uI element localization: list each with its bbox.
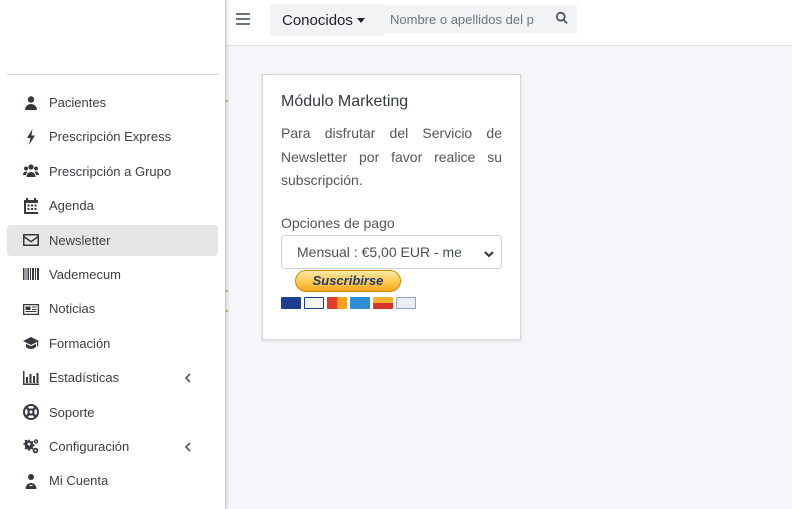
sidebar-item-label: Estadísticas (49, 370, 120, 386)
payment-options-label: Opciones de pago (281, 214, 395, 231)
graduation-cap-icon (22, 334, 40, 352)
sidebar-item-configuracion[interactable]: Configuración (7, 431, 218, 462)
envelope-icon (22, 231, 40, 249)
bank-account-logo-icon (396, 296, 416, 309)
sidebar-item-label: Agenda (49, 198, 94, 214)
sidebar-item-label: Newsletter (49, 232, 111, 248)
users-icon (22, 162, 40, 180)
sidebar-item-estadisticas[interactable]: Estadísticas (7, 362, 218, 393)
search-icon[interactable] (555, 11, 571, 27)
cogs-icon (22, 437, 40, 455)
sidebar-item-mi-cuenta[interactable]: Mi Cuenta (7, 465, 218, 496)
payment-selected-value: Mensual : €5,00 EUR - me (297, 243, 462, 260)
sidebar-item-label: Formación (49, 335, 111, 351)
discover-logo-icon (373, 296, 393, 309)
marketing-card: Módulo Marketing Para disfrutar del Serv… (262, 74, 521, 340)
newspaper-icon (22, 300, 40, 318)
caret-down-icon (356, 17, 365, 23)
search-input[interactable] (384, 5, 546, 33)
sidebar-item-noticias[interactable]: Noticias (7, 293, 218, 324)
bar-chart-icon (22, 369, 40, 387)
chevron-down-icon (483, 247, 495, 259)
hamburger-menu-icon[interactable] (236, 13, 250, 27)
mastercard-logo-icon (327, 296, 347, 309)
sidebar-item-prescripcion-grupo[interactable]: Prescripción a Grupo (7, 156, 218, 187)
visa-logo-icon (304, 296, 324, 309)
sidebar-item-newsletter[interactable]: Newsletter (7, 224, 218, 256)
sidebar-item-formacion[interactable]: Formación (7, 328, 218, 359)
card-description: Para disfrutar del Servicio de Newslette… (281, 125, 502, 188)
chevron-left-icon (182, 440, 194, 452)
user-doctor-icon (22, 472, 40, 490)
search-box (384, 5, 577, 33)
sidebar-item-prescripcion-express[interactable]: Prescripción Express (7, 121, 218, 152)
sidebar-item-agenda[interactable]: Agenda (7, 190, 218, 221)
subscribe-button[interactable]: Suscribirse (295, 269, 401, 292)
card-title: Módulo Marketing (281, 93, 409, 110)
sidebar-item-label: Soporte (49, 404, 95, 420)
sidebar-item-pacientes[interactable]: Pacientes (7, 87, 218, 118)
sidebar-nav: Pacientes Prescripción Express Prescripc… (7, 87, 218, 500)
sidebar-item-label: Vademecum (49, 266, 122, 282)
maestro-logo-icon (281, 296, 301, 309)
sidebar-item-label: Prescripción a Grupo (49, 163, 172, 179)
life-ring-icon (22, 403, 40, 421)
sidebar-item-label: Pacientes (49, 95, 107, 110)
user-icon (22, 94, 40, 112)
payment-cards-logos (281, 296, 502, 309)
calendar-icon (22, 197, 40, 215)
sidebar-item-label: Mi Cuenta (49, 473, 109, 489)
sidebar-divider (7, 74, 218, 75)
bolt-icon (22, 128, 40, 146)
amex-logo-icon (350, 296, 370, 309)
sidebar-item-label: Configuración (49, 438, 130, 454)
sidebar: Pacientes Prescripción Express Prescripc… (0, 0, 226, 509)
sidebar-item-label: Noticias (49, 301, 96, 317)
chevron-left-icon (182, 371, 194, 383)
sidebar-item-label: Prescripción Express (49, 129, 172, 145)
payment-options-select[interactable]: Mensual : €5,00 EUR - me (281, 234, 502, 269)
barcode-icon (22, 265, 40, 283)
filter-dropdown[interactable]: Conocidos (270, 4, 384, 36)
filter-dropdown-label: Conocidos (282, 11, 353, 29)
sidebar-item-soporte[interactable]: Soporte (7, 397, 218, 428)
topbar: Conocidos (226, 0, 792, 46)
sidebar-item-vademecum[interactable]: Vademecum (7, 259, 218, 290)
